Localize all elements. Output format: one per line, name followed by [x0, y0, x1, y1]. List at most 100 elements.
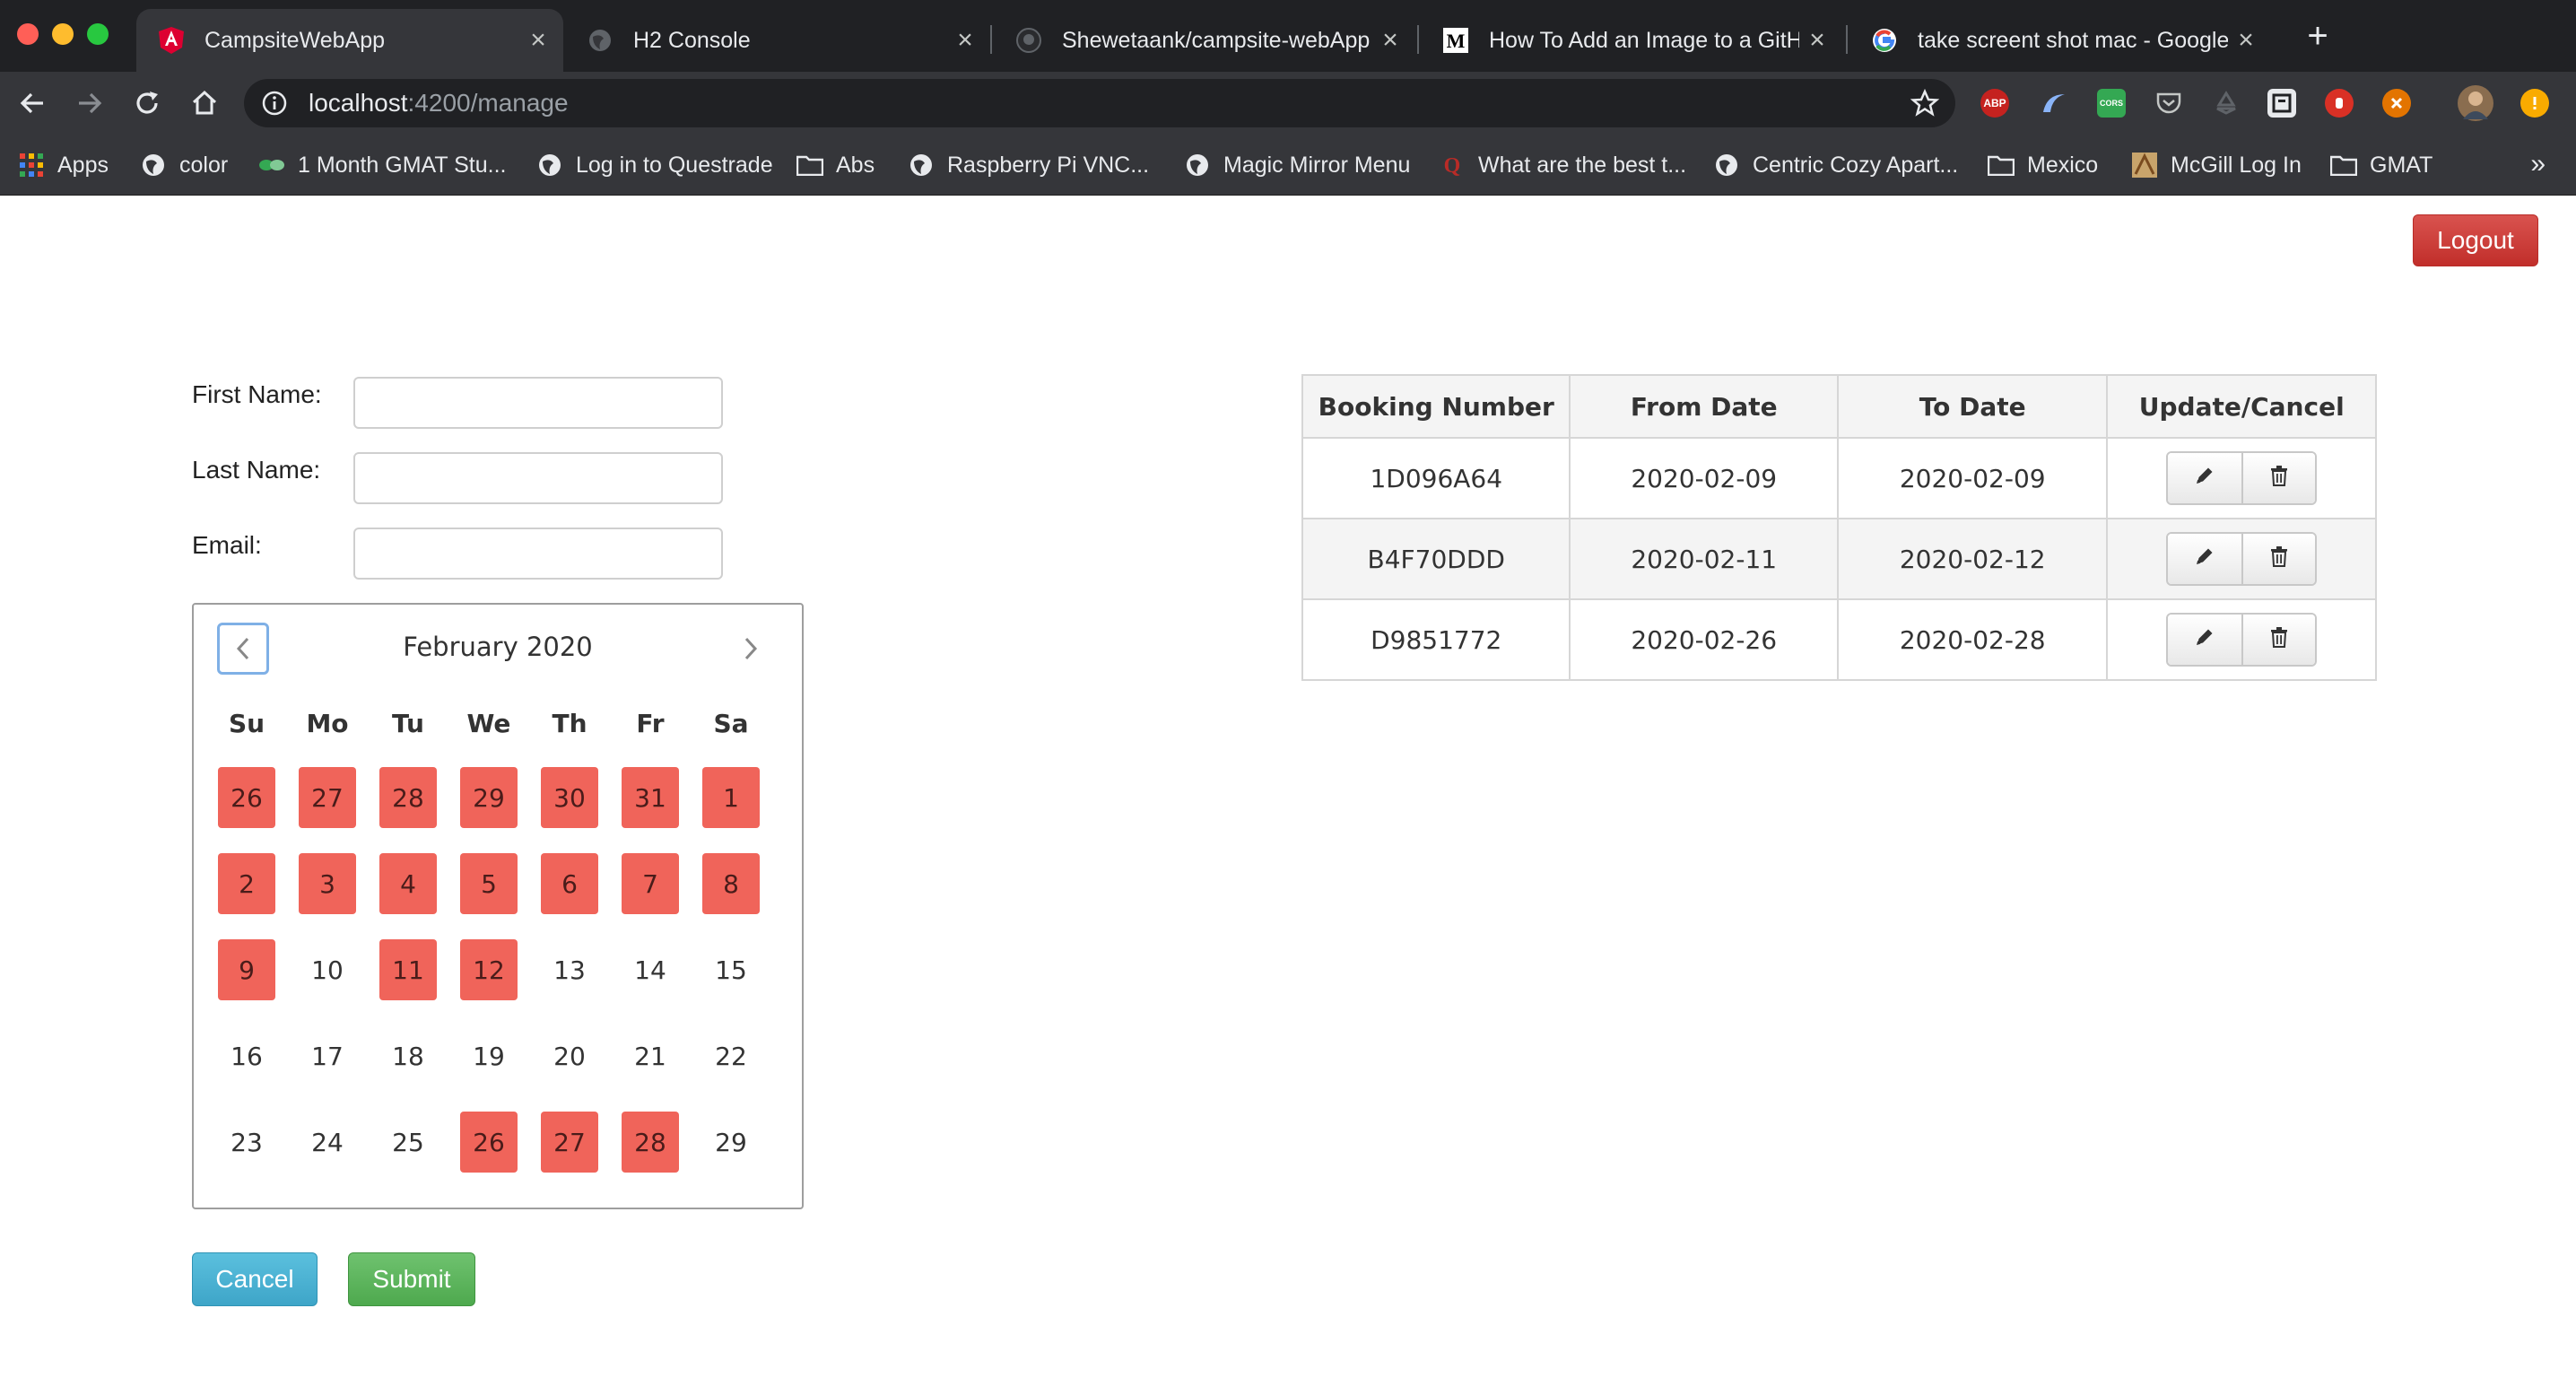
new-tab-button[interactable]: +	[2298, 16, 2337, 56]
calendar-day-booked[interactable]: 26	[448, 1112, 529, 1198]
calendar-day[interactable]: 16	[206, 1025, 287, 1112]
bookmarks-overflow-icon[interactable]: »	[2530, 149, 2546, 179]
tab-close-icon[interactable]: ×	[1372, 25, 1408, 56]
calendar-day-booked[interactable]: 11	[368, 939, 448, 1025]
first-name-label: First Name:	[192, 380, 322, 408]
calendar-day-booked[interactable]: 26	[206, 767, 287, 853]
calendar-day-booked[interactable]: 2	[206, 853, 287, 939]
calendar-day-number: 28	[379, 767, 437, 828]
calendar-day[interactable]: 13	[529, 939, 610, 1025]
bookmark-quora[interactable]: Q What are the best t...	[1439, 149, 1686, 181]
info-icon[interactable]	[262, 91, 287, 116]
tab-close-icon[interactable]: ×	[520, 25, 556, 56]
edit-booking-button[interactable]	[2168, 534, 2242, 584]
bookmark-apps[interactable]: Apps	[18, 149, 109, 181]
calendar-day-booked[interactable]: 29	[448, 767, 529, 853]
profile-avatar[interactable]	[2458, 85, 2493, 121]
bookmark-magic-mirror[interactable]: Magic Mirror Menu	[1184, 149, 1410, 181]
bookmark-mcgill[interactable]: McGill Log In	[2131, 149, 2302, 181]
delete-booking-button[interactable]	[2241, 615, 2316, 665]
reload-icon[interactable]	[126, 82, 169, 125]
calendar-day-booked[interactable]: 27	[529, 1112, 610, 1198]
delete-booking-button[interactable]	[2241, 534, 2316, 584]
calendar-day[interactable]: 24	[287, 1112, 368, 1198]
bookmark-raspberry-vnc[interactable]: Raspberry Pi VNC...	[908, 149, 1149, 181]
home-icon[interactable]	[183, 82, 226, 125]
cancel-extension-icon[interactable]	[2382, 89, 2411, 118]
tab-github[interactable]: Shewetaank/campsite-webApp ×	[994, 9, 1415, 72]
edit-booking-button[interactable]	[2168, 453, 2242, 503]
calendar-day[interactable]: 17	[287, 1025, 368, 1112]
calendar-day[interactable]: 21	[610, 1025, 691, 1112]
bookmark-centric-cozy[interactable]: Centric Cozy Apart...	[1713, 149, 1958, 181]
email-input[interactable]	[353, 528, 723, 580]
calendar-day[interactable]: 25	[368, 1112, 448, 1198]
window-maximize-button[interactable]	[87, 23, 109, 45]
bookmark-folder-gmat[interactable]: GMAT	[2330, 149, 2432, 181]
tab-h2-console[interactable]: H2 Console ×	[565, 9, 990, 72]
tab-campsitewebapp[interactable]: CampsiteWebApp ×	[136, 9, 563, 72]
calendar-day-booked[interactable]: 7	[610, 853, 691, 939]
bookmark-color[interactable]: color	[140, 149, 228, 181]
calendar-day-booked[interactable]: 31	[610, 767, 691, 853]
bookmarks-bar: Apps color 1 Month GMAT Stu... Log in to…	[0, 135, 2576, 196]
pocket-extension-icon[interactable]	[2154, 89, 2183, 118]
calendar-day[interactable]: 18	[368, 1025, 448, 1112]
calendar-day[interactable]: 29	[691, 1112, 771, 1198]
calendar-day[interactable]: 15	[691, 939, 771, 1025]
calendar-day-number: 22	[715, 1041, 747, 1071]
tab-close-icon[interactable]: ×	[947, 25, 983, 56]
address-bar[interactable]: localhost:4200/manage	[244, 79, 1955, 127]
back-icon[interactable]	[11, 82, 54, 125]
calendar-day-booked[interactable]: 1	[691, 767, 771, 853]
tab-google-search[interactable]: take screent shot mac - Google S ×	[1849, 9, 2271, 72]
calendar-day[interactable]: 19	[448, 1025, 529, 1112]
last-name-input[interactable]	[353, 452, 723, 504]
adblock-extension-icon[interactable]: ABP	[1980, 89, 2009, 118]
window-close-button[interactable]	[17, 23, 39, 45]
bookmark-star-icon[interactable]	[1910, 89, 1939, 118]
cors-extension-icon[interactable]: CORS	[2097, 89, 2126, 118]
calendar-day-booked[interactable]: 28	[368, 767, 448, 853]
tab-close-icon[interactable]: ×	[1799, 25, 1835, 56]
bookmark-folder-mexico[interactable]: Mexico	[1988, 149, 2098, 181]
first-name-input[interactable]	[353, 377, 723, 429]
logout-button[interactable]: Logout	[2413, 214, 2538, 266]
tab-close-icon[interactable]: ×	[2228, 25, 2264, 56]
edit-booking-button[interactable]	[2168, 615, 2242, 665]
calendar-day-booked[interactable]: 28	[610, 1112, 691, 1198]
table-row: 1D096A64 2020-02-09 2020-02-09	[1301, 437, 2377, 519]
evernote-extension-icon[interactable]	[2267, 89, 2296, 118]
row-action-group	[2166, 613, 2318, 667]
window-minimize-button[interactable]	[52, 23, 74, 45]
calendar-day[interactable]: 14	[610, 939, 691, 1025]
calendar-day-booked[interactable]: 9	[206, 939, 287, 1025]
calendar-day-booked[interactable]: 6	[529, 853, 610, 939]
calendar-day[interactable]: 23	[206, 1112, 287, 1198]
bookmark-folder-abs[interactable]: Abs	[796, 149, 875, 181]
wave-extension-icon[interactable]	[2040, 89, 2068, 118]
bookmark-gmat-study[interactable]: 1 Month GMAT Stu...	[258, 149, 507, 181]
update-alert-icon[interactable]	[2520, 89, 2549, 118]
tab-medium[interactable]: M How To Add an Image to a GitHu ×	[1421, 9, 1842, 72]
cancel-button[interactable]: Cancel	[192, 1252, 318, 1306]
next-month-button[interactable]	[725, 623, 777, 675]
weekday-label: Tu	[392, 709, 424, 738]
submit-button[interactable]: Submit	[348, 1252, 475, 1306]
calendar-day-booked[interactable]: 12	[448, 939, 529, 1025]
calendar-day-booked[interactable]: 30	[529, 767, 610, 853]
forward-icon[interactable]	[68, 82, 111, 125]
calendar-day-booked[interactable]: 3	[287, 853, 368, 939]
calendar-day[interactable]: 20	[529, 1025, 610, 1112]
calendar-day-booked[interactable]: 4	[368, 853, 448, 939]
calendar-day-booked[interactable]: 8	[691, 853, 771, 939]
calendar-day[interactable]: 22	[691, 1025, 771, 1112]
calendar-day[interactable]: 10	[287, 939, 368, 1025]
bookmark-questrade[interactable]: Log in to Questrade	[536, 149, 773, 181]
calendar-day-booked[interactable]: 5	[448, 853, 529, 939]
hand-stop-extension-icon[interactable]	[2325, 89, 2354, 118]
pencil-icon	[2193, 625, 2216, 655]
calendar-day-booked[interactable]: 27	[287, 767, 368, 853]
delete-booking-button[interactable]	[2241, 453, 2316, 503]
recycle-extension-icon[interactable]	[2212, 89, 2241, 118]
